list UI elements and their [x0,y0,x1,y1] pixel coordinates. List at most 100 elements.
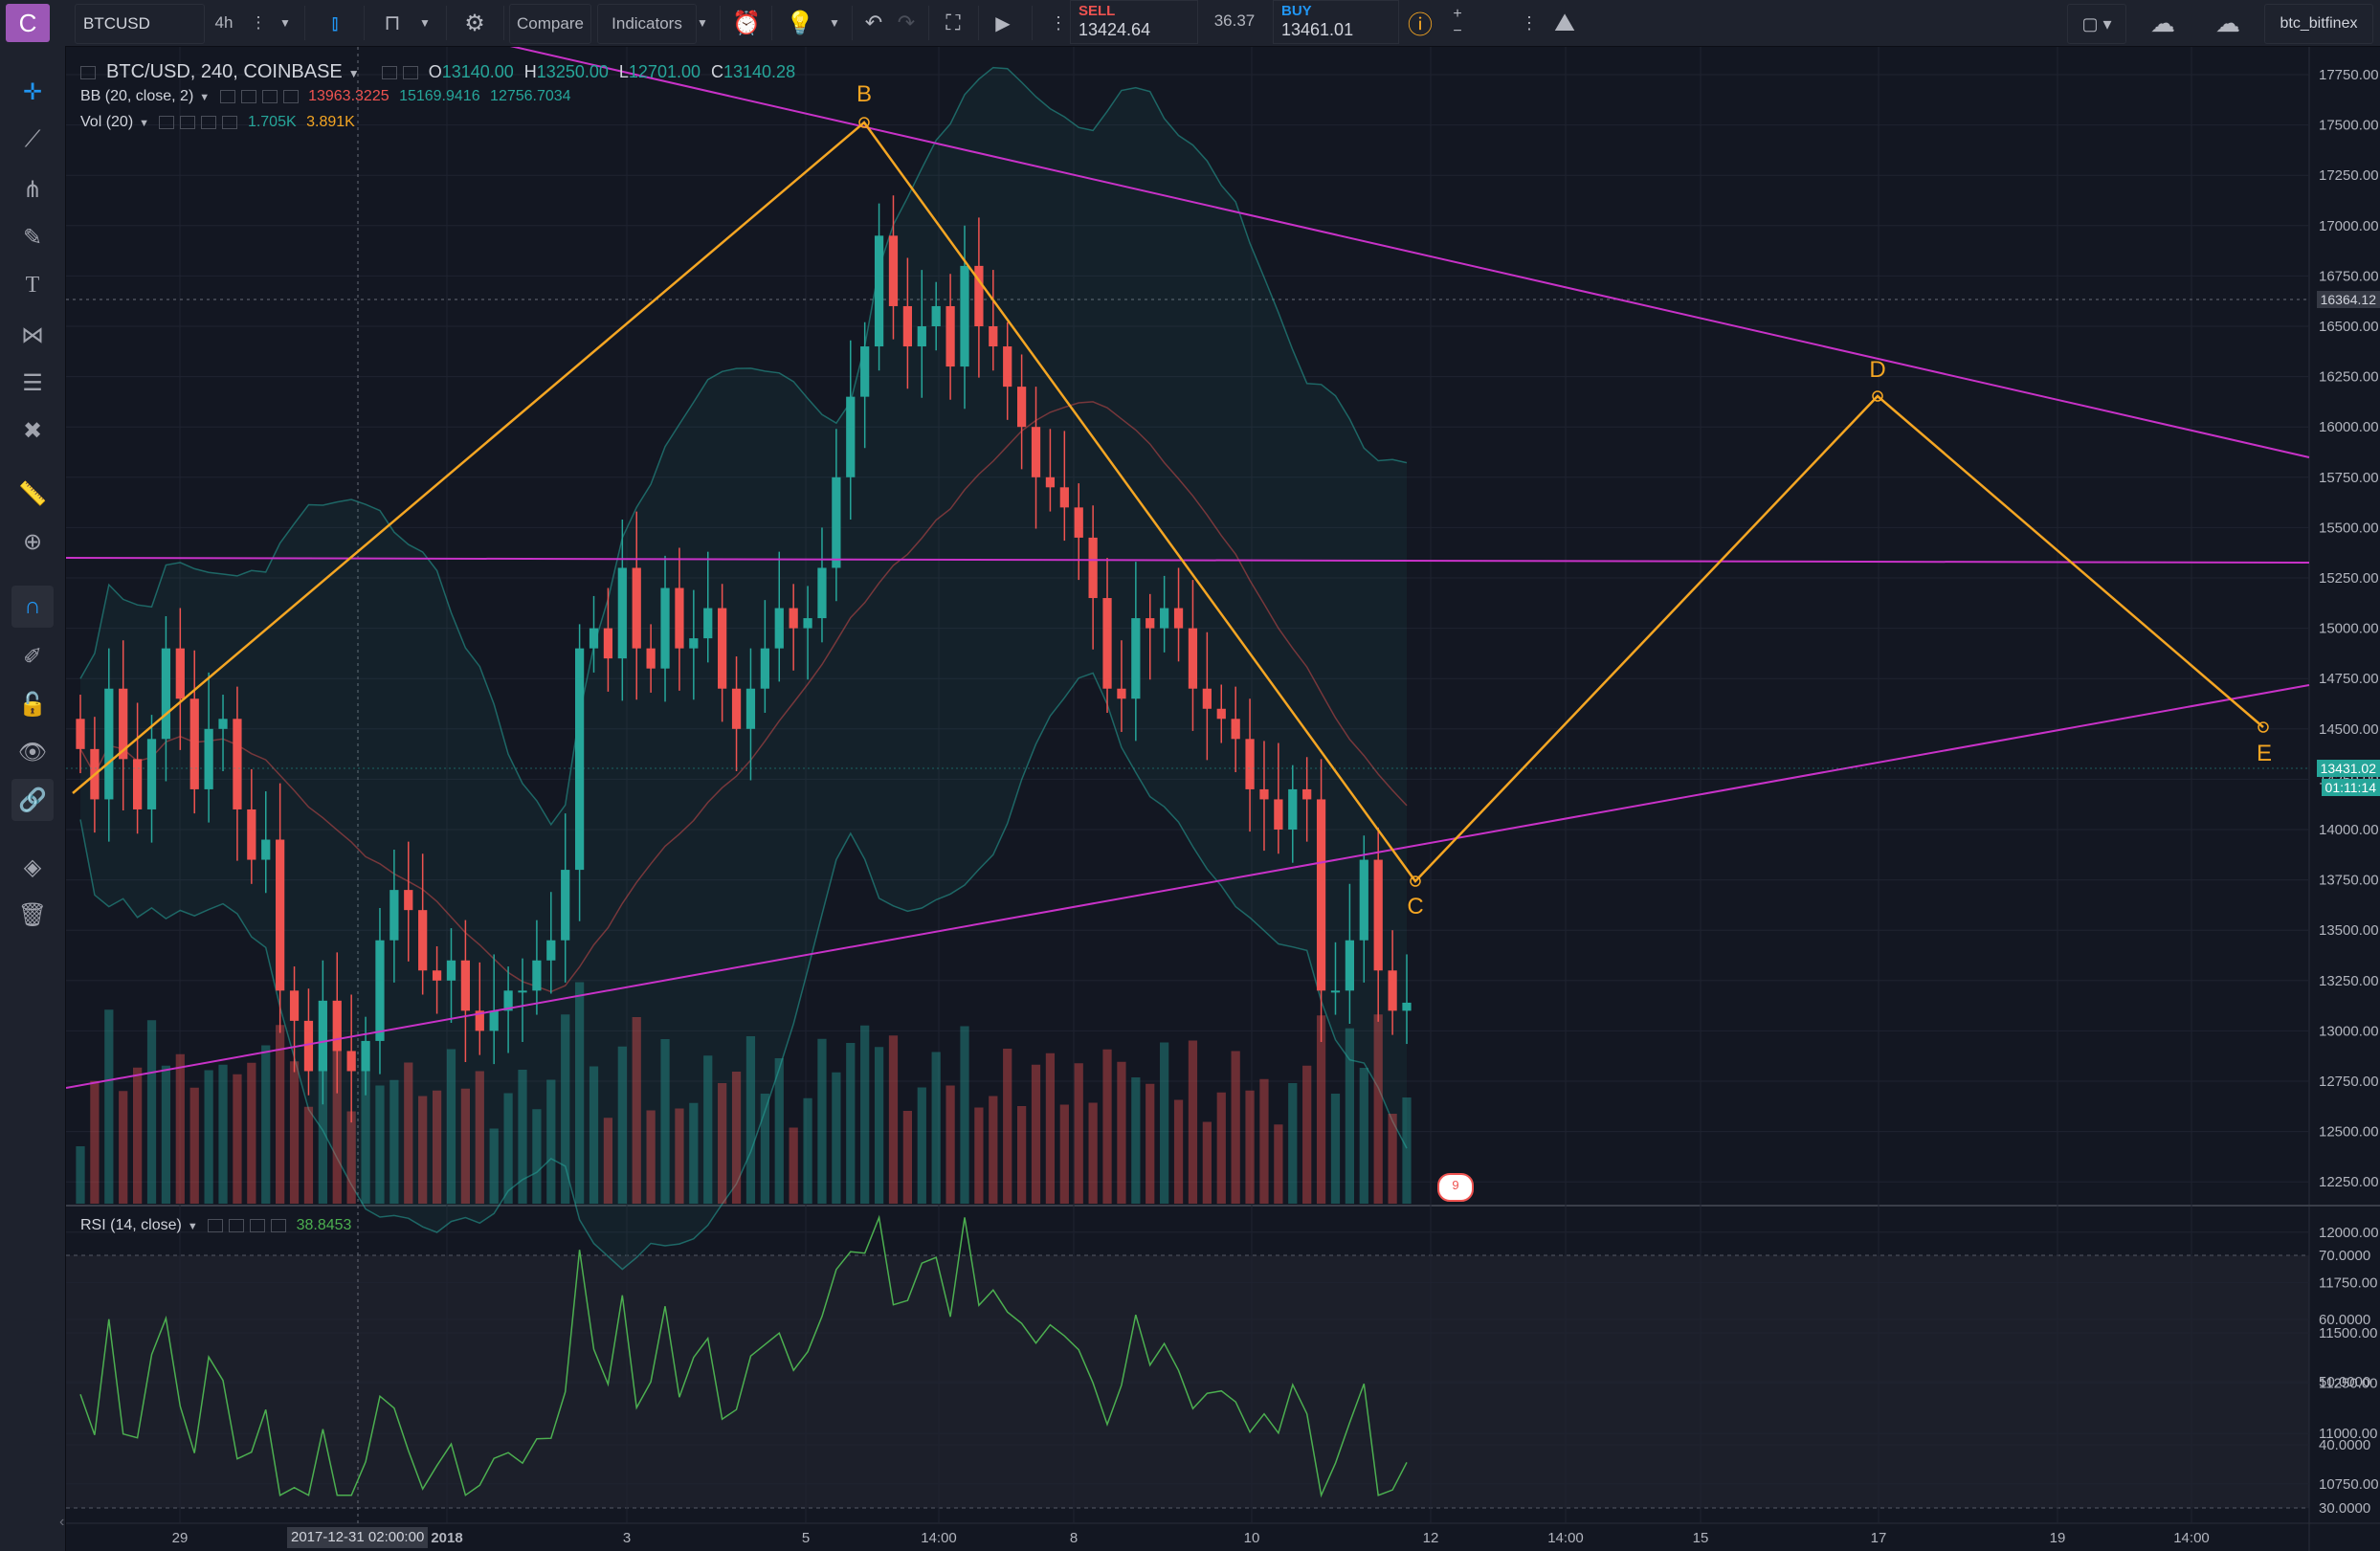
price-axis-label: 10750.00 [2319,1476,2379,1493]
fullscreen-icon[interactable]: ⛶ [934,4,972,42]
candle-body [1288,788,1298,830]
ruler-icon[interactable]: 📏 [11,473,54,515]
info-icon[interactable]: ⓘ [1403,4,1437,42]
chevron-down-icon[interactable]: ▼ [274,4,297,42]
eye-icon[interactable]: 👁 [11,731,54,773]
chevron-down-icon[interactable]: ▼ [199,92,210,103]
rsi-axis-label: 60.0000 [2319,1312,2370,1328]
remove-drawings-icon[interactable]: ✖ [11,410,54,452]
settings-gear-icon[interactable]: ⚙ [456,4,494,42]
hide-mini-icon[interactable] [229,1218,245,1232]
alert-clock-icon[interactable]: ⏰ [727,4,766,42]
candle-body [132,759,143,809]
layout-select-icon[interactable]: ▢ ▾ [2067,4,2126,44]
more-mini-icon[interactable] [250,1218,266,1232]
settings-mini-icon[interactable] [381,66,397,80]
interval-button[interactable]: 4h [205,4,243,42]
bb-name[interactable]: BB (20, close, 2) [80,88,193,104]
remove-mini-icon[interactable] [222,115,238,129]
buy-button[interactable]: BUY 13461.01 [1273,0,1399,44]
collapse-legend-icon[interactable] [80,66,96,80]
hide-mini-icon[interactable] [402,66,418,80]
chevron-down-icon[interactable]: ▼ [691,4,714,42]
event-flag-badge[interactable]: 9 [1437,1173,1474,1202]
vol-name[interactable]: Vol (20) [80,114,133,130]
forecast-tool-icon[interactable]: ☰ [11,362,54,404]
candle-body [660,587,670,669]
candle-body [1359,859,1368,941]
volume-bar [346,1111,356,1204]
sell-button[interactable]: SELL 13424.64 [1070,0,1198,44]
app-logo[interactable]: C [6,4,50,42]
volume-bar [375,1085,385,1204]
trash-icon[interactable]: 🗑 [11,894,54,936]
settings-mini-icon[interactable] [159,115,175,129]
candle-body [945,305,955,367]
stay-drawing-icon[interactable]: ✐ [11,635,54,677]
candle-body [689,638,699,649]
layers-icon[interactable]: ◈ [11,846,54,888]
magnet-icon[interactable]: ∩ [11,586,54,628]
zoom-icon[interactable]: ⊕ [11,521,54,563]
countdown-tag: 01:11:14 [2321,779,2380,796]
collapse-sidebar-icon[interactable]: ‹ [59,1514,64,1531]
remove-mini-icon[interactable] [271,1218,287,1232]
remove-mini-icon[interactable] [282,89,299,103]
redo-icon[interactable]: ↷ [890,4,923,42]
pitchfork-icon[interactable]: ⋔ [11,168,54,210]
indicators-button[interactable]: Indicators [597,4,697,44]
text-tool-icon[interactable]: T [11,264,54,306]
hide-mini-icon[interactable] [240,89,256,103]
chevron-down-icon[interactable]: ▼ [413,4,436,42]
trading-panel-icon[interactable]: ⛰ [1541,4,1589,42]
pattern-point-label: B [856,81,872,107]
chart-area[interactable]: 17750.00 17500.00 17250.00 17000.00 16750.00… [66,47,2380,1551]
chevron-down-icon[interactable]: ▼ [348,67,360,80]
volume-bar [1373,1014,1383,1204]
settings-mini-icon[interactable] [208,1218,224,1232]
undo-icon[interactable]: ↶ [857,4,890,42]
brush-icon[interactable]: ✎ [11,216,54,258]
compare-button[interactable]: Compare [509,4,591,44]
price-axis-label: 13750.00 [2319,873,2379,889]
settings-mini-icon[interactable] [219,89,235,103]
price-axis-label: 15000.00 [2319,621,2379,637]
drag-handle-icon[interactable]: ⋮ [1521,4,1538,42]
candle-body [1216,708,1226,720]
rsi-name[interactable]: RSI (14, close) [80,1217,182,1233]
candle-body [675,587,684,649]
link-icon[interactable]: 🔗 [11,779,54,821]
replay-play-icon[interactable]: ▶ [984,4,1022,42]
candle-body [1302,788,1312,800]
light-bulb-icon[interactable]: 💡 [781,4,819,42]
cloud-save-icon[interactable]: ☁ [2197,4,2258,42]
volume-bar [1388,1114,1397,1204]
volume-bar [460,1088,471,1204]
cloud-load-icon[interactable]: ☁ [2132,4,2193,42]
rsi-axis-label: 70.0000 [2319,1248,2370,1264]
trend-line-icon[interactable]: ⟋ [11,119,54,161]
hide-mini-icon[interactable] [180,115,196,129]
time-axis-label: 2018 [431,1530,462,1546]
pattern-tool-icon[interactable]: ⋈ [11,314,54,356]
chevron-down-icon[interactable]: ▼ [188,1221,198,1232]
drag-handle-icon[interactable]: ⋮ [1050,4,1067,42]
candles-chart-type-icon[interactable]: ⫾ [316,4,354,42]
more-intervals-icon[interactable]: ⋮ [247,4,270,42]
more-mini-icon[interactable] [201,115,217,129]
volume-bar [1031,1064,1041,1204]
chevron-down-icon[interactable]: ▼ [823,4,846,42]
lock-icon[interactable]: 🔓 [11,683,54,725]
bars-chart-type-icon[interactable]: ⊓ [373,4,411,42]
volume-bar [503,1093,513,1204]
account-button[interactable]: btc_bitfinex [2264,4,2373,44]
main-symbol-label[interactable]: BTC/USD, 240, COINBASE [106,61,343,82]
quantity-stepper[interactable]: + − [1443,4,1472,42]
volume-bar [261,1045,271,1204]
crosshair-icon[interactable]: ✛ [11,71,54,113]
more-mini-icon[interactable] [261,89,278,103]
price-axis-label: 12750.00 [2319,1074,2379,1090]
candle-body [76,719,85,749]
chevron-down-icon[interactable]: ▼ [139,118,149,129]
symbol-search-input[interactable]: BTCUSD [75,4,205,44]
